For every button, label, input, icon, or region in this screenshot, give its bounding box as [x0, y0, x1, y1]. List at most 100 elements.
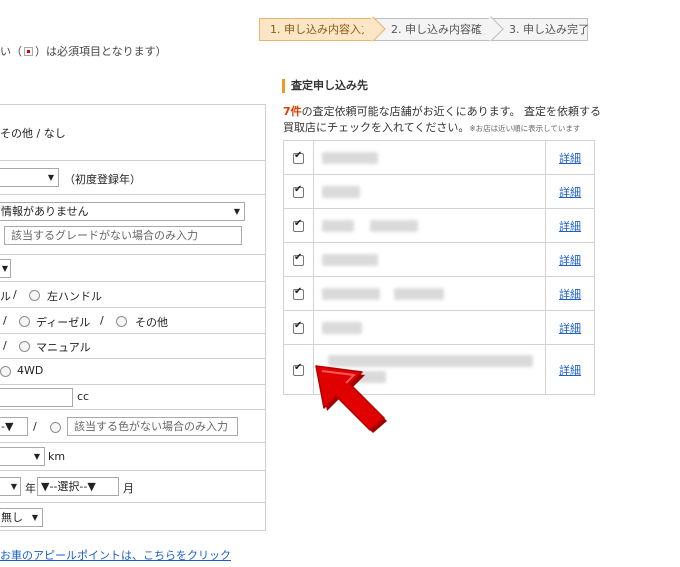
shop-section-title: 査定申し込み先	[282, 79, 368, 93]
required-note-suffix: ）は必須項目となります）	[35, 45, 167, 58]
manual-radio[interactable]	[19, 341, 30, 352]
shop-detail-link[interactable]: 詳細	[559, 220, 581, 233]
chevron-down-icon: ▼	[33, 452, 40, 461]
left-handle-label: 左ハンドル	[47, 290, 102, 303]
shop-name-redacted	[312, 242, 547, 277]
shop-desc-note: ※お店は近い順に表示しています	[469, 124, 581, 133]
fuel-other-label: その他	[135, 316, 168, 329]
handle-slash: /	[13, 288, 17, 301]
step-complete-label: 3. 申し込み完了	[509, 23, 589, 36]
grade-select-value: 情報がありません	[1, 205, 89, 218]
table-row: 詳細	[283, 208, 595, 243]
color-select-value: -▼	[1, 420, 14, 433]
year-unit: 年	[25, 482, 36, 495]
seats-select[interactable]: ▼	[0, 259, 11, 278]
table-row: 詳細	[283, 174, 595, 209]
chevron-down-icon: ▼	[31, 513, 38, 522]
month-select-value: ▼--選択--▼	[41, 480, 96, 493]
left-handle-radio[interactable]	[29, 290, 40, 301]
shop-list: 詳細 詳細 詳細 詳細 詳細 詳細 詳細	[283, 140, 595, 395]
step-confirm-label: 2. 申し込み内容確認	[391, 23, 493, 36]
fuel-other-radio[interactable]	[116, 316, 127, 327]
shop-desc-line1: の査定依頼可能な店舗がお近くにあります。 査定を依頼する	[301, 105, 602, 118]
first-registration-label: （初度登録年）	[64, 173, 141, 186]
mileage-select[interactable]: ▼	[0, 447, 45, 466]
table-row: 詳細	[283, 276, 595, 311]
shop-detail-link[interactable]: 詳細	[559, 186, 581, 199]
shop-checkbox[interactable]	[292, 184, 304, 198]
first-registration-select[interactable]: ▼	[0, 168, 59, 187]
form-row-seats: ▼	[0, 255, 265, 282]
pointer-arrow-icon	[315, 365, 387, 433]
diesel-radio[interactable]	[19, 316, 30, 327]
form-row-first-registration: ▼ （初度登録年）	[0, 161, 265, 195]
chevron-down-icon: ▼	[1, 264, 8, 273]
color-select[interactable]: -▼	[0, 417, 28, 436]
shop-checkbox[interactable]	[292, 362, 304, 376]
color-other-radio[interactable]	[50, 422, 61, 433]
form-row-displacement: cc	[0, 385, 265, 410]
table-row: 詳細	[283, 310, 595, 345]
form-row-grade: 情報がありません ▼ 該当するグレードがない場合のみ入力	[0, 195, 265, 255]
inspection-month-select[interactable]: ▼--選択--▼	[37, 477, 119, 496]
form-row-drive: 4WD	[0, 359, 265, 385]
4wd-label: 4WD	[17, 364, 44, 377]
required-mark-icon	[24, 47, 33, 56]
shop-checkbox[interactable]	[292, 218, 304, 232]
form-row-mileage: ▼ km	[0, 443, 265, 471]
repair-select-value: 無し	[1, 511, 23, 524]
shop-name-redacted	[312, 276, 547, 311]
grade-text-input[interactable]: 該当するグレードがない場合のみ入力	[4, 226, 242, 245]
shop-checkbox[interactable]	[292, 320, 304, 334]
shop-checkbox[interactable]	[292, 252, 304, 266]
form-row-handle: ル / 左ハンドル	[0, 282, 265, 308]
color-placeholder: 該当する色がない場合のみ入力	[74, 420, 228, 433]
shop-checkbox[interactable]	[292, 150, 304, 164]
shop-detail-link[interactable]: 詳細	[559, 254, 581, 267]
step-confirm: 2. 申し込み内容確認	[374, 16, 504, 42]
table-row: 詳細	[283, 140, 595, 175]
month-unit: 月	[123, 482, 134, 495]
chevron-down-icon: ▼	[233, 207, 240, 216]
color-text-input[interactable]: 該当する色がない場合のみ入力	[67, 417, 238, 436]
grade-placeholder: 該当するグレードがない場合のみ入力	[11, 229, 198, 242]
form-row-fuel: / ディーゼル / その他	[0, 308, 265, 334]
progress-steps: 1. 申し込み内容入力 2. 申し込み内容確認 3. 申し込み完了	[259, 16, 589, 42]
shop-detail-link[interactable]: 詳細	[559, 322, 581, 335]
step-input-label: 1. 申し込み内容入力	[270, 23, 372, 36]
fuel-slash: /	[3, 314, 7, 327]
form-row-transmission: / マニュアル	[0, 334, 265, 359]
shop-name-redacted	[312, 310, 547, 345]
km-unit: km	[48, 450, 66, 463]
shop-detail-link[interactable]: 詳細	[559, 364, 581, 377]
shop-description: 7件の査定依頼可能な店舗がお近くにあります。 査定を依頼する 買取店にチェックを…	[283, 104, 601, 137]
step-input: 1. 申し込み内容入力	[259, 16, 386, 42]
grade-select[interactable]: 情報がありません ▼	[0, 202, 245, 221]
cc-unit: cc	[77, 390, 90, 403]
transmission-slash: /	[3, 339, 7, 352]
repair-select[interactable]: 無し ▼	[0, 508, 43, 527]
appeal-point-link[interactable]: お車のアピールポイントは、こちらをクリック	[0, 547, 231, 563]
table-row: 詳細	[283, 242, 595, 277]
shop-name-redacted	[312, 208, 547, 243]
inspection-year-select[interactable]: ▼	[0, 477, 21, 496]
shop-detail-link[interactable]: 詳細	[559, 288, 581, 301]
shop-detail-link[interactable]: 詳細	[559, 152, 581, 165]
diesel-label: ディーゼル	[36, 316, 91, 329]
shop-count: 7件	[283, 105, 302, 118]
form-row-color: -▼ / 該当する色がない場合のみ入力	[0, 410, 265, 443]
form-row-inspection: ▼ 年 ▼--選択--▼ 月	[0, 471, 265, 503]
shop-checkbox[interactable]	[292, 286, 304, 300]
shop-name-redacted	[312, 174, 547, 209]
chevron-down-icon: ▼	[47, 173, 54, 182]
displacement-input[interactable]	[0, 388, 73, 407]
shop-desc-line2: 買取店にチェックを入れてください。	[283, 121, 470, 134]
step-complete: 3. 申し込み完了	[492, 18, 589, 41]
required-note: い（ ）は必須項目となります）	[0, 43, 167, 59]
form-row-other: その他 / なし	[0, 105, 265, 161]
shop-name-redacted	[312, 140, 547, 175]
form-row-repair: 無し ▼	[0, 503, 265, 532]
required-note-prefix: い（	[0, 45, 22, 58]
chevron-down-icon: ▼	[10, 482, 17, 491]
4wd-radio[interactable]	[0, 366, 11, 377]
